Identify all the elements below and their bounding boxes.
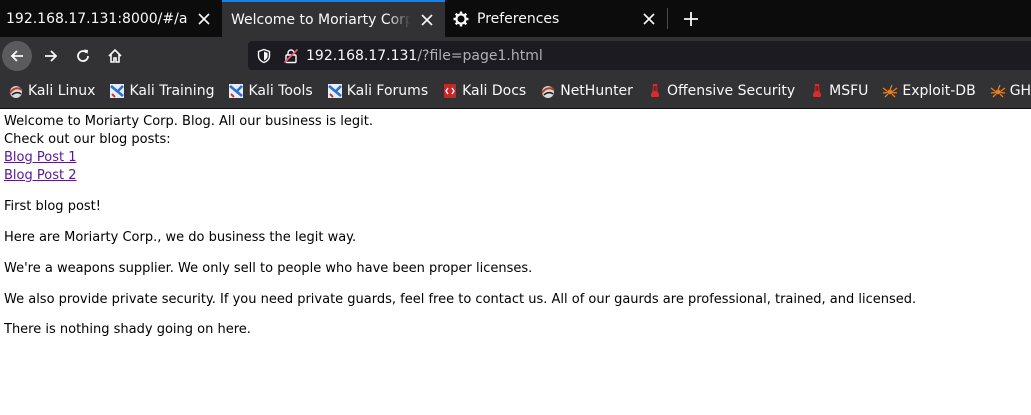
bookmark-label: NetHunter: [560, 83, 633, 99]
close-icon[interactable]: [637, 7, 661, 31]
plus-icon: [684, 11, 698, 26]
arrow-right-icon: [45, 49, 58, 62]
welcome-text: Welcome to Moriarty Corp. Blog. All our …: [4, 114, 373, 129]
bookmark-label: Kali Docs: [462, 83, 527, 99]
arrow-left-icon: [10, 49, 23, 62]
tab-separator: [667, 8, 668, 29]
tab-title: 192.168.17.131:8000/#/auth: [6, 10, 188, 27]
page-content: Welcome to Moriarty Corp. Blog. All our …: [0, 110, 1031, 415]
bookmark-label: Kali Linux: [28, 83, 96, 99]
nethunter-icon: [540, 83, 556, 99]
blog-post-1-link[interactable]: Blog Post 1: [4, 150, 76, 165]
exploitdb-icon: [882, 83, 898, 99]
tab-auth[interactable]: 192.168.17.131:8000/#/auth: [0, 0, 222, 37]
shield-icon[interactable]: [256, 48, 272, 64]
post-paragraph: We're a weapons supplier. We only sell t…: [4, 261, 533, 276]
bookmark-kali-forums[interactable]: Kali Forums: [327, 83, 428, 99]
url-bar[interactable]: 192.168.17.131/?file=page1.html: [248, 41, 1031, 70]
browser-window: 192.168.17.131:8000/#/auth Welcome to Mo…: [0, 0, 1031, 415]
back-button[interactable]: [2, 40, 32, 71]
tab-preferences[interactable]: Preferences: [445, 0, 667, 37]
post-paragraph: We also provide private security. If you…: [4, 292, 917, 307]
blog-post-2-link[interactable]: Blog Post 2: [4, 168, 76, 183]
bookmark-label: MSFU: [829, 83, 869, 99]
ghdb-icon: [990, 83, 1006, 99]
tab-title: Preferences: [477, 10, 560, 27]
close-icon[interactable]: [415, 8, 439, 32]
url-host: 192.168.17.131: [306, 47, 418, 64]
bookmark-label: Offensive Security: [666, 83, 796, 99]
tab-blog[interactable]: Welcome to Moriarty Corp. Blog: [222, 0, 445, 37]
home-button[interactable]: [100, 41, 130, 71]
kali-icon: [8, 83, 24, 99]
close-icon[interactable]: [192, 7, 216, 31]
navigation-toolbar: 192.168.17.131/?file=page1.html: [0, 37, 1031, 74]
post-heading: First blog post!: [4, 199, 101, 214]
tab-title: Welcome to Moriarty Corp. Blog: [231, 11, 411, 28]
gear-icon: [453, 11, 469, 27]
post-paragraph: There is nothing shady going on here.: [4, 322, 251, 337]
tab-strip: 192.168.17.131:8000/#/auth Welcome to Mo…: [0, 0, 1031, 37]
kali-docs-icon: [442, 83, 458, 99]
reload-button[interactable]: [68, 41, 98, 71]
kali-tools-icon: [228, 83, 244, 99]
url-path: /?file=page1.html: [417, 47, 543, 64]
reload-icon: [77, 49, 89, 62]
kali-forums-icon: [327, 83, 343, 99]
insecure-lock-icon[interactable]: [283, 48, 299, 64]
bookmark-kali-linux[interactable]: Kali Linux: [8, 83, 95, 99]
bookmark-kali-docs[interactable]: Kali Docs: [442, 83, 526, 99]
bookmark-msfu[interactable]: MSFU: [809, 83, 868, 99]
msfu-icon: [809, 83, 825, 99]
url-text[interactable]: 192.168.17.131/?file=page1.html: [306, 48, 543, 64]
offsec-icon: [647, 83, 663, 99]
bookmark-label: Kali Training: [129, 83, 215, 99]
home-icon: [108, 48, 122, 63]
bookmark-offensive-security[interactable]: Offensive Security: [647, 83, 795, 99]
forward-button[interactable]: [36, 41, 66, 71]
bookmark-label: Kali Forums: [346, 83, 429, 99]
bookmark-nethunter[interactable]: NetHunter: [540, 83, 633, 99]
bookmarks-toolbar: Kali Linux Kali Training Kali Tools Kali…: [0, 74, 1031, 109]
check-posts-text: Check out our blog posts:: [4, 132, 171, 147]
bookmark-kali-tools[interactable]: Kali Tools: [228, 83, 313, 99]
bookmark-ghdb[interactable]: GHDB: [990, 83, 1031, 99]
bookmark-label: Kali Tools: [248, 83, 313, 99]
new-tab-button[interactable]: [674, 0, 708, 37]
bookmark-label: GHDB: [1009, 83, 1031, 99]
bookmark-kali-training[interactable]: Kali Training: [109, 83, 214, 99]
post-paragraph: Here are Moriarty Corp., we do business …: [4, 230, 357, 245]
bookmark-label: Exploit-DB: [902, 83, 976, 99]
kali-training-icon: [109, 83, 125, 99]
bookmark-exploit-db[interactable]: Exploit-DB: [882, 83, 976, 99]
